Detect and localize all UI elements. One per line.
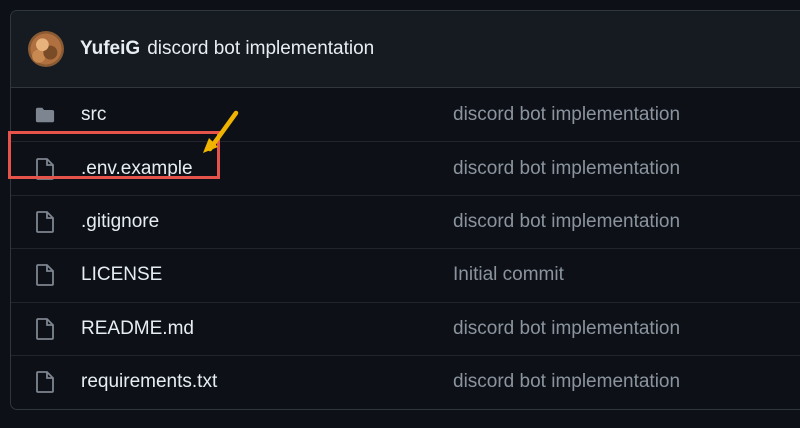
file-commit-message[interactable]: discord bot implementation <box>453 211 680 233</box>
file-icon <box>35 210 55 234</box>
file-row-license[interactable]: LICENSE Initial commit <box>11 248 800 301</box>
file-name[interactable]: requirements.txt <box>81 371 453 393</box>
file-name[interactable]: src <box>81 104 453 126</box>
file-commit-message[interactable]: discord bot implementation <box>453 318 680 340</box>
file-icon <box>35 263 55 287</box>
file-row-requirements[interactable]: requirements.txt discord bot implementat… <box>11 354 800 408</box>
file-row-gitignore[interactable]: .gitignore discord bot implementation <box>11 194 800 248</box>
avatar[interactable] <box>28 31 64 67</box>
file-icon <box>35 157 55 181</box>
file-commit-message[interactable]: Initial commit <box>453 264 564 286</box>
commit-author[interactable]: YufeiG <box>80 38 140 60</box>
file-commit-message[interactable]: discord bot implementation <box>453 371 680 393</box>
folder-icon <box>35 103 55 127</box>
file-commit-message[interactable]: discord bot implementation <box>453 104 680 126</box>
file-name[interactable]: .gitignore <box>81 211 453 233</box>
file-name[interactable]: LICENSE <box>81 264 453 286</box>
file-row-readme[interactable]: README.md discord bot implementation <box>11 301 800 355</box>
commit-message[interactable]: discord bot implementation <box>147 38 374 60</box>
latest-commit-header: YufeiG discord bot implementation <box>11 11 800 88</box>
file-list: src discord bot implementation .env.exam… <box>11 88 800 408</box>
file-browser: YufeiG discord bot implementation src di… <box>10 10 800 410</box>
file-row-env-example[interactable]: .env.example discord bot implementation <box>11 141 800 194</box>
file-name[interactable]: README.md <box>81 318 453 340</box>
file-icon <box>35 370 55 394</box>
file-name[interactable]: .env.example <box>81 158 453 180</box>
file-commit-message[interactable]: discord bot implementation <box>453 158 680 180</box>
file-row-src[interactable]: src discord bot implementation <box>11 88 800 141</box>
file-icon <box>35 317 55 341</box>
